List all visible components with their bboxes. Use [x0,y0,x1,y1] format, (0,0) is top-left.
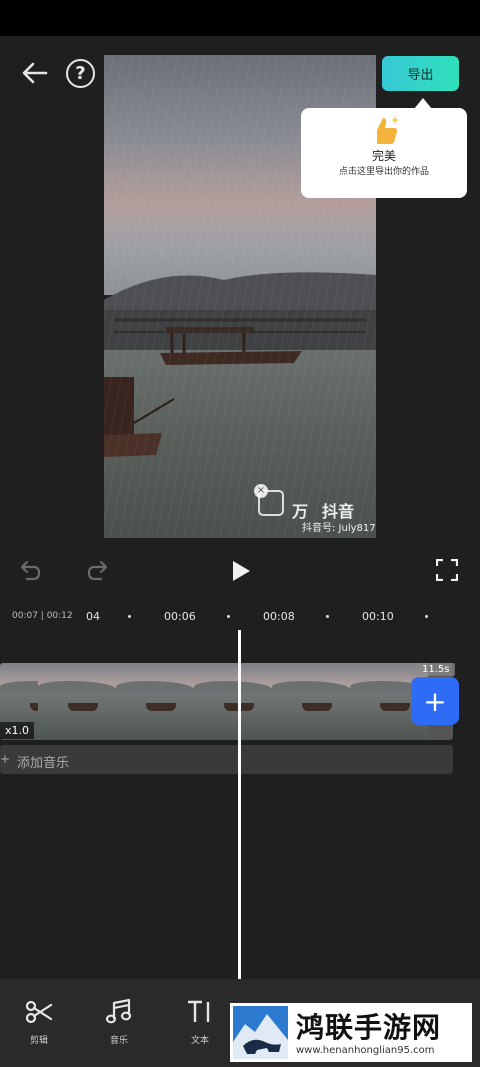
clip-frame [194,663,272,740]
question-icon: ? [75,63,86,84]
play-icon [233,561,250,581]
cut-icon [25,1000,53,1024]
add-clip-button[interactable]: + [411,677,459,725]
tool-text[interactable]: 文本 [170,999,230,1046]
ruler-tick: 00:06 [164,610,196,623]
add-music-plus: + [0,752,11,766]
time-readout: 00:07 | 00:12 [12,611,73,621]
clip-frame [38,663,116,740]
tool-cut-label: 剪辑 [29,1036,48,1046]
tool-music[interactable]: 音乐 [89,998,149,1046]
thumbs-up-icon [369,114,401,146]
tooltip-title: 完美 [371,149,396,163]
export-tooltip[interactable]: 完美 点击这里导出你的作品 [301,98,467,198]
redo-icon [87,560,108,581]
site-watermark-banner: 鸿联手游网 www.henanhonglian95.com [230,1003,472,1062]
undo-icon [20,560,41,581]
site-title: 鸿联手游网 [296,1011,442,1044]
clip-frame [116,663,194,740]
playback-controls [0,540,480,600]
video-clip-track[interactable] [0,663,453,740]
back-arrow-icon [22,62,48,84]
music-icon [105,998,132,1024]
ruler-dot [128,615,131,618]
status-bar [0,0,480,36]
ruler-tick: 00:08 [263,610,295,623]
fullscreen-icon [436,559,458,581]
watermark: × 万 抖音 抖音号: July817 [254,484,376,534]
export-button[interactable]: 导出 [382,56,459,91]
clip-duration-badge: 11.5s [416,663,456,676]
redo-button[interactable] [84,556,112,584]
time-ruler[interactable]: 00:07 | 00:12 04 00:06 00:08 00:10 [0,600,480,634]
ruler-tick: 00:10 [362,610,394,623]
back-button[interactable] [20,58,50,88]
site-url: www.henanhonglian95.com [296,1045,435,1056]
tool-music-label: 音乐 [109,1036,128,1046]
text-icon [188,1000,210,1022]
playhead[interactable] [238,630,241,979]
help-button[interactable]: ? [66,59,95,88]
add-music-label: 添加音乐 [17,756,70,771]
tool-cut[interactable]: 剪辑 [9,999,69,1046]
ruler-dot [227,615,230,618]
close-icon: × [254,484,268,498]
clip-frame [272,663,350,740]
ruler-tick-partial: 04 [86,610,100,623]
tooltip-subtitle: 点击这里导出你的作品 [338,167,429,177]
add-music-track[interactable]: + 添加音乐 [0,745,453,774]
ruler-dot [326,615,329,618]
tool-text-label: 文本 [190,1036,209,1046]
site-logo [233,1006,288,1059]
clip-speed-badge: x1.0 [0,722,35,739]
plus-icon: + [423,684,447,718]
ruler-dot [425,615,428,618]
watermark-id: 抖音号: July817 [302,523,376,534]
play-button[interactable] [226,556,256,586]
undo-button[interactable] [16,556,44,584]
fullscreen-button[interactable] [434,557,460,583]
